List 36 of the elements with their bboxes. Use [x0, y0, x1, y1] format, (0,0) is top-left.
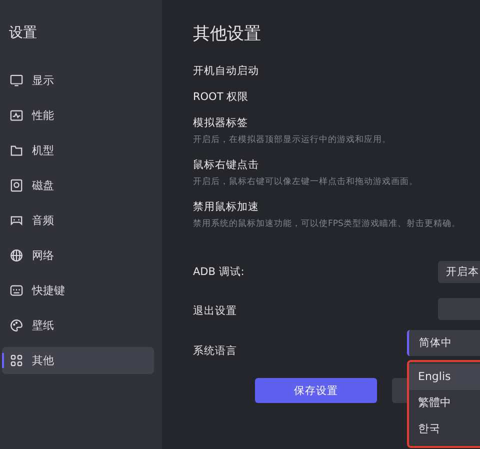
sidebar-item[interactable]: 性能	[2, 102, 154, 129]
setting-label: 禁用鼠标加速	[193, 200, 260, 214]
setting-label: 退出设置	[193, 304, 238, 318]
language-dropdown[interactable]: 简体中	[407, 330, 480, 356]
gamepad-icon	[10, 214, 23, 227]
sidebar-item[interactable]: 快捷键	[2, 277, 154, 304]
language-option[interactable]: 한국	[409, 416, 480, 442]
setting-label: ADB 调试:	[193, 265, 246, 279]
sidebar-item[interactable]: 磁盘	[2, 172, 154, 199]
sidebar-item[interactable]: 显示	[2, 67, 154, 94]
globe-icon	[10, 249, 23, 262]
setting-description: 禁用系统的鼠标加速功能，可以使FPS类型游戏瞄准、射击更精确。	[193, 218, 462, 230]
sidebar-item[interactable]: 机型	[2, 137, 154, 164]
setting-label: 系统语言	[193, 344, 238, 358]
folder-icon	[10, 144, 23, 157]
adb-dropdown[interactable]: 开启本	[438, 261, 480, 283]
setting-label: 模拟器标签	[193, 116, 249, 130]
chart-icon	[10, 109, 23, 122]
setting-label: ROOT 权限	[193, 90, 250, 104]
palette-icon	[10, 319, 23, 332]
sidebar-item[interactable]: 音频	[2, 207, 154, 234]
monitor-icon	[10, 74, 23, 87]
sidebar-title: 设置	[8, 24, 38, 43]
language-option[interactable]: Englis	[409, 364, 480, 390]
sidebar-item[interactable]: 其他	[2, 347, 154, 374]
save-button[interactable]: 保存设置	[255, 378, 377, 403]
grid-icon	[10, 354, 23, 367]
page-title: 其他设置	[193, 23, 262, 46]
setting-description: 开启后，在模拟器顶部显示运行中的游戏和应用。	[193, 134, 392, 146]
setting-description: 开启后，鼠标右键可以像左键一样点击和拖动游戏画面。	[193, 176, 419, 188]
setting-label: 鼠标右键点击	[193, 158, 260, 172]
language-option[interactable]: 繁體中	[409, 390, 480, 416]
sidebar-item[interactable]: 壁纸	[2, 312, 154, 339]
setting-label: 开机自动启动	[193, 64, 260, 78]
keyboard-icon	[10, 284, 23, 297]
sidebar-item[interactable]: 网络	[2, 242, 154, 269]
